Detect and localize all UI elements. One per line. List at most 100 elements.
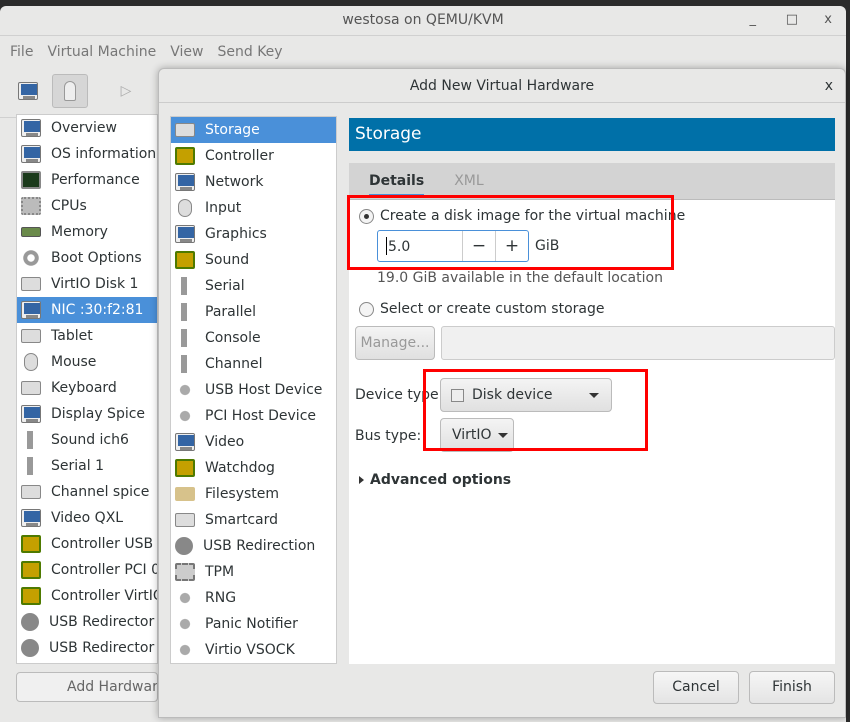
advanced-options-expander[interactable]: Advanced options [359, 472, 511, 488]
list-item[interactable]: Smartcard [171, 507, 336, 533]
list-item[interactable]: Video [171, 429, 336, 455]
list-item[interactable]: Controller PCI 0 [17, 557, 157, 583]
list-item-label: Serial 1 [51, 458, 104, 474]
mouse-icon [24, 353, 38, 371]
list-item[interactable]: Boot Options [17, 245, 157, 271]
list-item[interactable]: TPM [171, 559, 336, 585]
custom-storage-radio[interactable]: Select or create custom storage [359, 301, 605, 317]
list-item[interactable]: USB Redirector 1 [17, 609, 157, 635]
menu-view[interactable]: View [170, 44, 203, 60]
window-title: westosa on QEMU/KVM [342, 12, 504, 28]
title-bar: westosa on QEMU/KVM _ □ x [0, 6, 846, 36]
close-button[interactable]: x [824, 6, 832, 34]
list-item[interactable]: OS information [17, 141, 157, 167]
list-item[interactable]: Controller USB 0 [17, 531, 157, 557]
disk-size-input[interactable]: 5.0 [386, 237, 462, 255]
create-disk-radio[interactable]: Create a disk image for the virtual mach… [359, 208, 685, 224]
list-item[interactable]: Serial [171, 273, 336, 299]
list-item-label: CPUs [51, 198, 87, 214]
custom-path-input[interactable] [441, 326, 835, 360]
unit-label: GiB [535, 238, 560, 254]
port-icon [175, 303, 195, 321]
tab-xml[interactable]: XML [454, 165, 483, 197]
list-item[interactable]: USB Redirection [171, 533, 336, 559]
menu-virtual-machine[interactable]: Virtual Machine [47, 44, 156, 60]
disk-icon [21, 277, 41, 291]
list-item[interactable]: Controller [171, 143, 336, 169]
list-item[interactable]: Video QXL [17, 505, 157, 531]
finish-button[interactable]: Finish [749, 671, 835, 704]
mon-icon [21, 145, 41, 163]
usb-icon [175, 589, 195, 607]
run-button[interactable]: ▷ [108, 74, 144, 108]
disk-size-spinner[interactable]: 5.0 − + [377, 230, 529, 262]
list-item[interactable]: Input [171, 195, 336, 221]
menu-file[interactable]: File [10, 44, 33, 60]
list-item[interactable]: Filesystem [171, 481, 336, 507]
list-item[interactable]: Watchdog [171, 455, 336, 481]
manage-button[interactable]: Manage... [355, 326, 435, 360]
list-item-label: Parallel [205, 304, 257, 320]
card-icon [175, 459, 195, 477]
device-type-dropdown[interactable]: Disk device [440, 378, 612, 412]
list-item[interactable]: NIC :30:f2:81 [17, 297, 157, 323]
list-item[interactable]: Network [171, 169, 336, 195]
list-item[interactable]: Controller VirtIO [17, 583, 157, 609]
list-item[interactable]: USB Host Device [171, 377, 336, 403]
list-item[interactable]: Storage [171, 117, 336, 143]
usb-icon [175, 615, 195, 633]
list-item-label: OS information [51, 146, 157, 162]
list-item[interactable]: Graphics [171, 221, 336, 247]
list-item[interactable]: Tablet [17, 323, 157, 349]
list-item[interactable]: USB Redirector 2 [17, 635, 157, 661]
perf-icon [21, 171, 41, 189]
increment-button[interactable]: + [495, 231, 528, 261]
list-item[interactable]: Keyboard [17, 375, 157, 401]
list-item-label: USB Redirector 2 [49, 640, 158, 656]
card-icon [21, 587, 41, 605]
list-item[interactable]: Mouse [17, 349, 157, 375]
list-item[interactable]: Panic Notifier [171, 611, 336, 637]
dialog-title: Add New Virtual Hardware [409, 78, 595, 94]
storage-panel: Storage Details XML Create a disk image … [349, 118, 835, 664]
list-item[interactable]: CPUs [17, 193, 157, 219]
list-item-label: Panic Notifier [205, 616, 298, 632]
menu-bar: File Virtual Machine View Send Key [0, 36, 846, 68]
device-type-label: Device type: [355, 387, 444, 403]
add-hardware-dialog: Add New Virtual Hardware x Storage Contro… [158, 68, 846, 718]
list-item[interactable]: Virtio VSOCK [171, 637, 336, 663]
list-item-label: Sound [205, 252, 250, 268]
minimize-button[interactable]: _ [750, 6, 757, 34]
dropdown-arrow-icon [589, 392, 599, 398]
list-item-label: Tablet [51, 328, 93, 344]
cancel-button[interactable]: Cancel [653, 671, 739, 704]
details-button[interactable] [52, 74, 88, 108]
bus-type-dropdown[interactable]: VirtIO [440, 418, 514, 452]
add-hardware-button[interactable]: Add Hardware [16, 672, 158, 702]
list-item[interactable]: Overview [17, 115, 157, 141]
list-item-label: PCI Host Device [205, 408, 317, 424]
maximize-button[interactable]: □ [786, 6, 798, 34]
list-item[interactable]: RNG [171, 585, 336, 611]
list-item[interactable]: Console [171, 325, 336, 351]
list-item[interactable]: Channel [171, 351, 336, 377]
list-item-label: Sound ich6 [51, 432, 129, 448]
list-item[interactable]: PCI Host Device [171, 403, 336, 429]
list-item[interactable]: Parallel [171, 299, 336, 325]
list-item[interactable]: Sound ich6 [17, 427, 157, 453]
list-item[interactable]: Serial 1 [17, 453, 157, 479]
list-item[interactable]: VirtIO Disk 1 [17, 271, 157, 297]
console-button[interactable] [10, 74, 46, 108]
list-item[interactable]: Memory [17, 219, 157, 245]
list-item[interactable]: Performance [17, 167, 157, 193]
menu-send-key[interactable]: Send Key [217, 44, 282, 60]
list-item-label: Console [205, 330, 261, 346]
list-item[interactable]: Channel spice [17, 479, 157, 505]
list-item[interactable]: Sound [171, 247, 336, 273]
decrement-button[interactable]: − [462, 231, 495, 261]
list-item[interactable]: Display Spice [17, 401, 157, 427]
list-item-label: Virtio VSOCK [205, 642, 295, 658]
port-icon [175, 355, 195, 373]
tab-details[interactable]: Details [369, 165, 425, 197]
dialog-close-button[interactable]: x [825, 69, 833, 103]
